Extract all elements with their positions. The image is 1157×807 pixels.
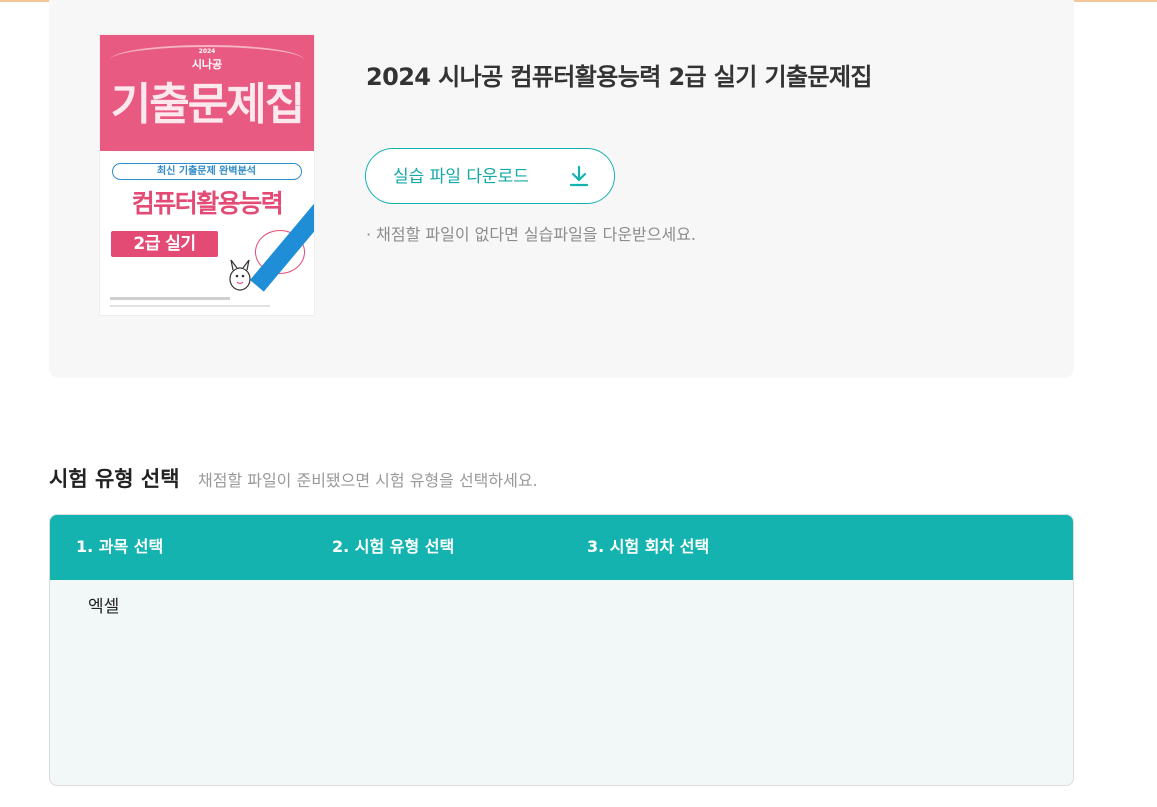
cover-footer-line: [110, 297, 230, 300]
cover-title: 기출문제집: [110, 79, 305, 130]
cover-footer-line: [110, 305, 270, 307]
exam-type-section-description: 채점할 파일이 준비됐으면 시험 유형을 선택하세요.: [198, 471, 538, 490]
download-icon: [569, 165, 589, 187]
exam-type-section-title: 시험 유형 선택: [49, 467, 180, 491]
step-subject-select: 1. 과목 선택: [76, 537, 164, 556]
cover-grade: 2급 실기: [111, 231, 218, 257]
step-exam-type-select: 2. 시험 유형 선택: [332, 537, 455, 556]
book-title: 2024 시나공 컴퓨터활용능력 2급 실기 기출문제집: [366, 63, 873, 91]
download-button-label: 실습 파일 다운로드: [393, 167, 529, 187]
cover-brand: 시나공: [191, 58, 223, 71]
exam-selector-panel: 1. 과목 선택 2. 시험 유형 선택 3. 시험 회차 선택 엑셀: [49, 514, 1074, 786]
download-note: · 채점할 파일이 없다면 실습파일을 다운받으세요.: [366, 225, 697, 244]
step-exam-round-select: 3. 시험 회차 선택: [587, 537, 710, 556]
cover-subtitle: 최신 기출문제 완벽분석: [157, 166, 256, 177]
selector-steps-header: 1. 과목 선택 2. 시험 유형 선택 3. 시험 회차 선택: [50, 515, 1073, 580]
book-info-panel: 2024 시나공 기출문제집 최신 기출문제 완벽분석 컴퓨터활용능력 2급 실…: [49, 0, 1074, 378]
subject-option-excel[interactable]: 엑셀: [88, 596, 119, 618]
download-practice-files-button[interactable]: 실습 파일 다운로드: [365, 148, 615, 204]
mascot-icon: [229, 259, 251, 291]
cover-subject: 컴퓨터활용능력: [131, 189, 284, 218]
book-cover: 2024 시나공 기출문제집 최신 기출문제 완벽분석 컴퓨터활용능력 2급 실…: [100, 35, 314, 315]
cover-year: 2024: [198, 48, 216, 55]
cover-subtitle-box: 최신 기출문제 완벽분석: [112, 163, 302, 180]
